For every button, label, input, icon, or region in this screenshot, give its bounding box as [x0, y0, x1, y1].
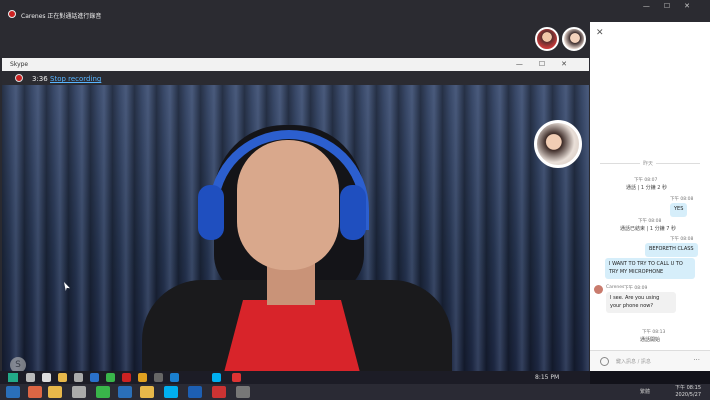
- skype-call-window: Skype —☐✕ 3:36 Stop recording SS: [2, 58, 589, 371]
- top-window-controls[interactable]: —☐✕: [643, 2, 704, 10]
- app-icon[interactable]: [74, 373, 83, 382]
- app-icon[interactable]: [72, 386, 86, 398]
- chat-bubble-out: I WANT TO TRY TO CALL U TO TRY MY MICROP…: [605, 258, 695, 279]
- windows-icon[interactable]: [8, 373, 18, 382]
- window-titlebar: Skype —☐✕: [2, 58, 589, 71]
- call-participants-bar: [0, 22, 590, 56]
- chat-bubble-out: BEFORETH CLASS: [645, 243, 698, 257]
- chat-input-bar: 鍵入訊息 / 訊息 ···: [590, 350, 710, 371]
- input-language[interactable]: 繁體: [640, 388, 650, 395]
- message-sender: Carenes: [606, 285, 625, 290]
- close-icon[interactable]: ✕: [596, 28, 604, 38]
- self-view-pip[interactable]: [534, 120, 582, 168]
- message-time: 下午 08:07: [634, 178, 658, 183]
- record-icon: [15, 74, 23, 82]
- app-icon[interactable]: [138, 373, 147, 382]
- emoji-icon[interactable]: [600, 357, 609, 366]
- chat-panel: ✕ 昨天 下午 08:07 通話 | 1 分鐘 2 秒 下午 08:08 YES…: [590, 22, 710, 371]
- skype-watermark: SS: [10, 357, 32, 371]
- tray-clock: 8:15 PM: [535, 374, 560, 381]
- more-icon[interactable]: ···: [693, 356, 700, 364]
- app-icon[interactable]: [106, 373, 115, 382]
- clock-time: 下午 08:15: [675, 385, 701, 391]
- app-icon[interactable]: [58, 373, 67, 382]
- call-event: 通話 | 1 分鐘 2 秒: [626, 185, 667, 191]
- record-icon: [8, 10, 16, 18]
- app-icon[interactable]: [154, 373, 163, 382]
- outer-taskbar: 繁體 下午 08:15 2020/5/27: [0, 384, 710, 400]
- video-feed: SS: [2, 85, 589, 371]
- app-icon[interactable]: [90, 373, 99, 382]
- line-icon[interactable]: [96, 386, 110, 398]
- app-icon[interactable]: [232, 373, 241, 382]
- skype-top-bar: Carenes 正在對通話進行錄音 —☐✕: [0, 0, 710, 22]
- participant-avatar-1[interactable]: [535, 27, 559, 51]
- taskview-icon[interactable]: [42, 373, 51, 382]
- system-clock: 下午 08:15 2020/5/27: [675, 385, 701, 398]
- taskbar: 8:15 PM 繁體 下午 08:15 2020/5/27: [0, 371, 710, 400]
- search-icon[interactable]: [26, 373, 35, 382]
- chat-bubble-in: I see. Are you using your phone now?: [606, 292, 676, 313]
- sender-avatar: [594, 285, 603, 294]
- headphones-cup-left: [198, 185, 224, 240]
- app-icon[interactable]: [122, 373, 131, 382]
- app-icon[interactable]: [212, 386, 226, 398]
- clock-date: 2020/5/27: [675, 391, 701, 398]
- window-title: Skype: [10, 61, 29, 68]
- windows-icon[interactable]: [6, 386, 20, 398]
- message-time: 下午 08:08: [670, 237, 694, 242]
- word-icon[interactable]: [188, 386, 202, 398]
- call-event: 通話開始: [640, 337, 661, 343]
- inner-taskbar: 8:15 PM: [0, 371, 590, 384]
- call-event: 通話已結束 | 1 分鐘 7 秒: [620, 226, 676, 232]
- window-controls[interactable]: —☐✕: [516, 60, 583, 68]
- message-time: 下午 08:09: [624, 286, 648, 291]
- chat-input[interactable]: 鍵入訊息 / 訊息: [616, 358, 651, 365]
- message-time: 下午 08:13: [642, 330, 666, 335]
- folder-icon[interactable]: [48, 386, 62, 398]
- app-icon[interactable]: [170, 373, 179, 382]
- headphones-cup-right: [340, 185, 366, 240]
- participant-avatar-2[interactable]: [562, 27, 586, 51]
- mouse-cursor: [64, 282, 70, 291]
- recording-notice: Carenes 正在對通話進行錄音: [21, 13, 102, 20]
- app-icon[interactable]: [236, 386, 250, 398]
- app-icon[interactable]: [140, 386, 154, 398]
- chat-bubble-out: YES: [670, 203, 688, 217]
- skype-app-icon[interactable]: [212, 373, 221, 382]
- message-time: 下午 08:08: [638, 219, 662, 224]
- call-elapsed: 3:36: [32, 75, 48, 83]
- date-separator: 昨天: [640, 160, 657, 167]
- skype-app-icon[interactable]: [164, 386, 178, 398]
- app-icon[interactable]: [118, 386, 132, 398]
- call-status-bar: 3:36 Stop recording: [2, 71, 589, 85]
- message-time: 下午 08:08: [670, 197, 694, 202]
- chrome-icon[interactable]: [28, 386, 42, 398]
- person-shirt: [222, 300, 362, 371]
- stop-recording-link[interactable]: Stop recording: [50, 75, 101, 83]
